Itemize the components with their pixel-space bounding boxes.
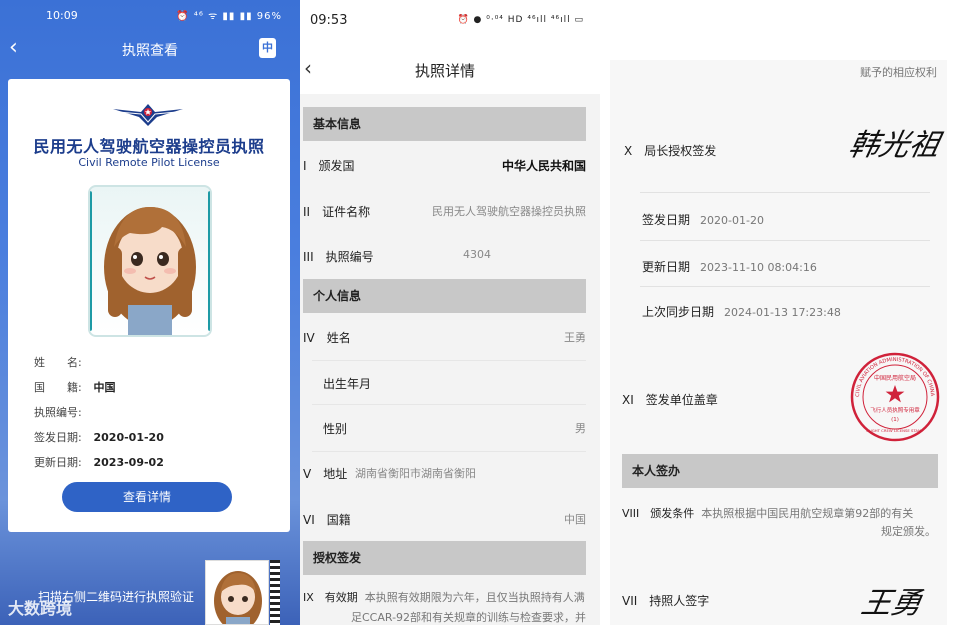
- license-title-en: Civil Remote Pilot License: [78, 156, 220, 169]
- nav-bar: ‹ 执照查看 中: [0, 32, 300, 66]
- row-name-value: 王勇: [564, 331, 586, 344]
- row-issue-condition-text: 本执照根据中国民用航空规章第92部的有关: [701, 507, 914, 520]
- row-validity-text: 本执照有效期限为六年，且仅当执照持有人满: [364, 591, 585, 604]
- row-seal-label: XI 签发单位盖章: [622, 393, 718, 407]
- row-issue-condition-label: VIII 颁发条件: [622, 507, 695, 520]
- row-birth-label: 出生年月: [323, 377, 372, 391]
- row-issuing-country: I 颁发国 中华人民共和国: [303, 157, 586, 173]
- divider: [640, 240, 930, 241]
- caac-wings-emblem-icon: [113, 104, 183, 126]
- status-bar: 09:53 ⏰ ● ⁰·⁰⁴ HD ⁴⁶ıll ⁴⁶ıll ▭: [300, 0, 600, 40]
- rights-text-tail: 赋予的相应权利: [860, 66, 937, 79]
- row-gender: 性别 男: [323, 420, 586, 436]
- field-nationality: 国 籍: 中国: [34, 379, 116, 395]
- field-name: 姓 名:: [34, 354, 90, 370]
- qr-code-icon[interactable]: [270, 560, 280, 625]
- divider: [312, 360, 586, 361]
- seal-top-text: 中国民用航空局: [874, 374, 916, 382]
- field-license-no: 执照编号:: [34, 404, 90, 420]
- holder-photo: [88, 185, 212, 337]
- row-license-no: III 执照编号 4304: [303, 248, 586, 264]
- row-cert-name-value: 民用无人驾驶航空器操控员执照: [432, 205, 586, 218]
- section-authorization: 授权签发: [303, 541, 586, 575]
- status-icons: ⏰ ● ⁰·⁰⁴ HD ⁴⁶ıll ⁴⁶ıll ▭: [457, 15, 584, 25]
- row-last-sync-date: 上次同步日期 2024-01-13 17:23:48: [642, 303, 841, 320]
- seal-bottom-text: FLIGHT CREW LICENSE STAMP: [866, 428, 924, 433]
- row-update-date-label: 更新日期: [642, 260, 691, 274]
- row-update-date-value: 2023-11-10 08:04:16: [700, 261, 817, 274]
- field-name-label: 姓 名:: [34, 356, 82, 369]
- field-update-date: 更新日期: 2023-09-02: [34, 454, 164, 470]
- row-address: V 地址 湖南省衡阳市湖南省衡阳: [303, 465, 586, 481]
- cartoon-avatar-small-icon: [214, 571, 262, 624]
- row-address-label: V 地址: [303, 467, 348, 481]
- status-time: 09:53: [310, 12, 348, 28]
- row-name-label: IV 姓名: [303, 331, 351, 345]
- status-time: 10:09: [46, 8, 78, 22]
- section-basic-info: 基本信息: [303, 107, 586, 141]
- field-nationality-value: 中国: [93, 381, 116, 394]
- row-cert-name-label: II 证件名称: [303, 205, 371, 219]
- seal-middle-text: 飞行人员执照专用章: [870, 406, 920, 414]
- license-card: 民用无人驾驶航空器操控员执照 Civil Remote Pilot Licens…: [8, 79, 290, 532]
- page-title: 执照详情: [414, 62, 475, 80]
- row-birth: 出生年月: [323, 375, 586, 391]
- row-last-sync-date-value: 2024-01-13 17:23:48: [724, 306, 841, 319]
- row-gender-value: 男: [575, 422, 586, 435]
- row-validity-text-cont: 足CCAR-92部和有关规章的训练与检查要求，并: [351, 611, 587, 624]
- row-name: IV 姓名 王勇: [303, 329, 586, 345]
- watermark-logo: 大数跨境: [8, 599, 73, 618]
- row-issue-condition-text-cont: 规定颁发。: [881, 525, 936, 538]
- field-update-date-value: 2023-09-02: [93, 456, 164, 469]
- row-license-no-value: 4304: [463, 248, 491, 261]
- divider: [312, 404, 586, 405]
- row-holder-sign-label: VII 持照人签字: [622, 594, 710, 608]
- row-nationality-label: VI 国籍: [303, 513, 351, 527]
- row-issue-date-label: 签发日期: [642, 213, 691, 227]
- field-issue-date-label: 签发日期:: [34, 431, 82, 444]
- holder-signature: 王勇: [858, 586, 925, 621]
- row-issue-date-value: 2020-01-20: [700, 214, 764, 227]
- row-gender-label: 性别: [323, 422, 348, 436]
- row-nationality-value: 中国: [564, 513, 586, 526]
- row-address-value: 湖南省衡阳市湖南省衡阳: [355, 467, 476, 480]
- row-issuing-country-label: I 颁发国: [303, 159, 355, 173]
- license-title-cn: 民用无人驾驶航空器操控员执照: [33, 137, 265, 156]
- field-nationality-label: 国 籍:: [34, 381, 82, 394]
- language-switch-button[interactable]: 中: [259, 38, 276, 58]
- row-issue-date: 签发日期 2020-01-20: [642, 211, 764, 228]
- holder-photo-thumbnail: [205, 560, 269, 625]
- row-validity-label: IX 有效期: [303, 591, 358, 604]
- status-icons: ⏰ ⁴⁶ ᯤ ▮▮ ▮▮ 96%: [176, 11, 282, 22]
- official-seal-icon: CIVIL AVIATION ADMINISTRATION OF CHINA 中…: [850, 352, 940, 442]
- row-validity: IX 有效期 本执照有效期限为六年，且仅当执照持有人满 足CCAR-92部和有关…: [303, 588, 588, 625]
- field-license-no-label: 执照编号:: [34, 406, 82, 419]
- row-issuing-country-value: 中华人民共和国: [501, 159, 586, 173]
- status-bar: 10:09 ⏰ ⁴⁶ ᯤ ▮▮ ▮▮ 96%: [0, 0, 300, 30]
- row-update-date: 更新日期 2023-11-10 08:04:16: [642, 258, 817, 275]
- view-details-button[interactable]: 查看详情: [62, 482, 232, 512]
- row-license-no-label: III 执照编号: [303, 250, 374, 264]
- field-issue-date: 签发日期: 2020-01-20: [34, 429, 164, 445]
- license-details-screen: 09:53 ⏰ ● ⁰·⁰⁴ HD ⁴⁶ıll ⁴⁶ıll ▭ ‹ 执照详情 基…: [300, 0, 600, 625]
- row-issue-condition: VIII 颁发条件 本执照根据中国民用航空规章第92部的有关 规定颁发。: [622, 505, 940, 541]
- row-director-sign-label: X 局长授权签发: [624, 144, 717, 158]
- license-details-continued-screen: 赋予的相应权利 X 局长授权签发 韩光祖 签发日期 2020-01-20 更新日期…: [600, 0, 959, 625]
- page-title: 执照查看: [122, 43, 178, 59]
- divider: [640, 192, 930, 193]
- divider: [640, 286, 930, 287]
- section-self-sign: 本人签办: [622, 454, 938, 488]
- row-last-sync-date-label: 上次同步日期: [642, 305, 715, 319]
- row-cert-name: II 证件名称 民用无人驾驶航空器操控员执照: [303, 203, 586, 219]
- section-personal-info: 个人信息: [303, 279, 586, 313]
- director-signature: 韩光祖: [845, 128, 943, 163]
- field-issue-date-value: 2020-01-20: [93, 431, 164, 444]
- seal-number: (1): [891, 417, 899, 423]
- divider: [312, 451, 586, 452]
- cartoon-avatar-icon: [104, 207, 196, 335]
- field-update-date-label: 更新日期:: [34, 456, 82, 469]
- row-nationality: VI 国籍 中国: [303, 511, 586, 527]
- license-view-screen: 10:09 ⏰ ⁴⁶ ᯤ ▮▮ ▮▮ 96% ‹ 执照查看 中 民用无人驾驶航空…: [0, 0, 300, 625]
